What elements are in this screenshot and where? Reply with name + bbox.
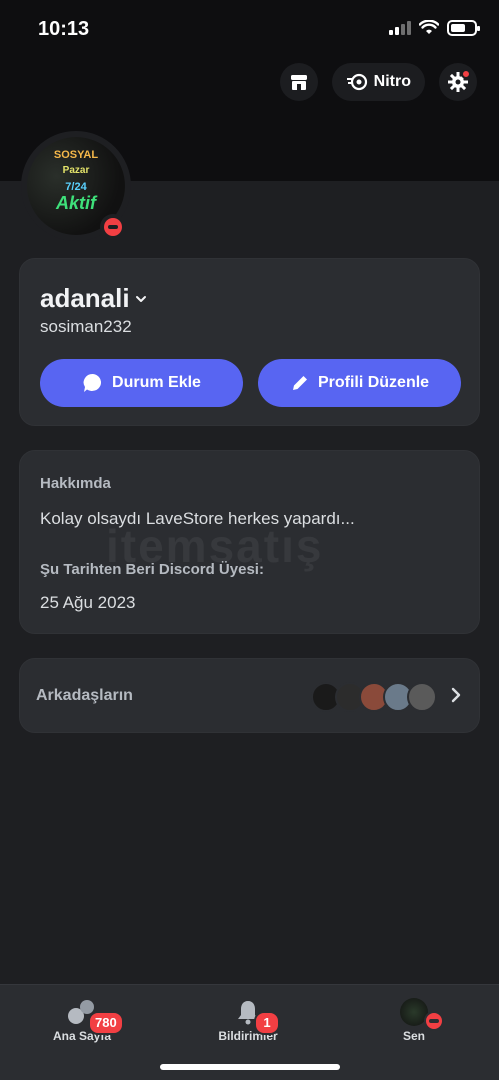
shop-icon <box>290 75 307 90</box>
nav-notifications[interactable]: 1 Bildirimler <box>188 997 308 1043</box>
add-status-label: Durum Ekle <box>112 374 201 391</box>
edit-profile-label: Profili Düzenle <box>317 374 430 391</box>
display-name-row[interactable]: adanali <box>40 283 148 314</box>
nitro-icon <box>346 73 367 91</box>
avatar-text-line1: SOSYAL <box>53 149 99 161</box>
friend-avatar <box>407 682 437 712</box>
friend-avatars <box>311 682 437 712</box>
avatar-text-line3: 7/24 <box>65 181 87 193</box>
settings-button[interactable] <box>439 63 477 101</box>
notifications-badge: 1 <box>254 1011 280 1035</box>
status-time: 10:13 <box>38 18 90 40</box>
display-name: adanali <box>40 283 130 313</box>
nav-home[interactable]: 780 Ana Sayfa <box>22 997 142 1043</box>
add-status-button[interactable]: Durum Ekle <box>40 359 243 407</box>
speech-bubble-icon <box>83 373 102 392</box>
chevron-down-icon <box>135 295 146 302</box>
member-since-date: 25 Ağu 2023 <box>40 593 136 612</box>
username: sosiman232 <box>40 317 132 336</box>
friends-label: Arkadaşların <box>36 687 133 704</box>
profile-card: adanali sosiman232 Durum Ekle Profili Dü… <box>19 258 480 426</box>
chevron-right-icon <box>451 687 461 703</box>
status-bar: 10:13 <box>0 0 499 60</box>
cellular-signal-icon <box>389 21 411 35</box>
avatar-text-line4: Aktif <box>56 193 96 213</box>
nav-you[interactable]: Sen <box>354 997 474 1043</box>
nitro-button[interactable]: Nitro <box>331 63 425 101</box>
home-badge: 780 <box>88 1011 124 1035</box>
edit-profile-button[interactable]: Profili Düzenle <box>258 359 461 407</box>
nav-notifications-label: Bildirimler <box>218 1029 278 1043</box>
you-dnd-icon <box>424 1011 444 1031</box>
nav-home-label: Ana Sayfa <box>52 1029 112 1043</box>
about-heading: Hakkımda <box>40 475 111 492</box>
settings-notification-dot <box>461 69 471 79</box>
avatar-text-line2: Pazar <box>62 165 90 176</box>
nav-you-label: Sen <box>402 1029 425 1043</box>
dnd-status-badge <box>100 214 126 240</box>
pencil-icon <box>292 376 307 390</box>
home-indicator <box>160 1064 340 1070</box>
member-since-heading: Şu Tarihten Beri Discord Üyesi: <box>40 561 264 578</box>
nitro-label: Nitro <box>373 73 411 90</box>
header-actions: Nitro <box>279 63 477 101</box>
wifi-icon <box>419 20 439 34</box>
status-icons <box>389 20 480 36</box>
shop-button[interactable] <box>279 63 318 101</box>
about-text: Kolay olsaydı LaveStore herkes yapardı..… <box>40 509 355 528</box>
about-card: itemsatış Hakkımda Kolay olsaydı LaveSto… <box>19 450 480 634</box>
battery-icon <box>447 20 480 36</box>
friends-card[interactable]: Arkadaşların <box>19 658 480 733</box>
dnd-icon <box>104 218 122 236</box>
